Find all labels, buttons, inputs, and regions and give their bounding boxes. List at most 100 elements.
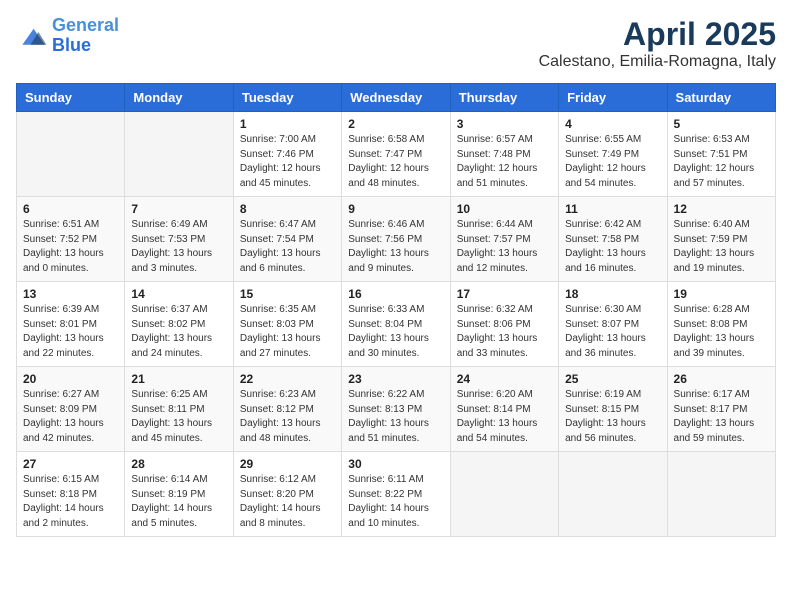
weekday-header: Friday <box>559 84 667 112</box>
calendar-cell: 1 Sunrise: 7:00 AM Sunset: 7:46 PM Daylig… <box>233 112 341 197</box>
day-info: Sunrise: 6:28 AM Sunset: 8:08 PM Dayligh… <box>674 303 769 361</box>
calendar-week-row: 13Sunrise: 6:39 AM Sunset: 8:01 PM Dayli… <box>17 282 776 367</box>
day-info: Sunrise: 6:42 AM Sunset: 7:58 PM Dayligh… <box>565 218 660 276</box>
calendar-cell: 5Sunrise: 6:53 AM Sunset: 7:51 PM Daylig… <box>667 112 775 197</box>
day-number: 22 <box>240 372 335 386</box>
day-number: 28 <box>131 457 226 471</box>
day-number: 20 <box>23 372 118 386</box>
day-number: 12 <box>674 202 769 216</box>
day-number: 15 <box>240 287 335 301</box>
calendar-cell: 25Sunrise: 6:19 AM Sunset: 8:15 PM Dayli… <box>559 367 667 452</box>
day-number: 5 <box>674 117 769 131</box>
calendar-cell <box>125 112 233 197</box>
day-info: Sunrise: 6:37 AM Sunset: 8:02 PM Dayligh… <box>131 303 226 361</box>
day-info: Sunrise: 6:35 AM Sunset: 8:03 PM Dayligh… <box>240 303 335 361</box>
day-number: 1 <box>240 117 335 131</box>
logo: General Blue <box>16 16 119 56</box>
weekday-header: Tuesday <box>233 84 341 112</box>
day-number: 21 <box>131 372 226 386</box>
logo-blue: Blue <box>52 35 91 55</box>
calendar-cell: 12Sunrise: 6:40 AM Sunset: 7:59 PM Dayli… <box>667 197 775 282</box>
day-number: 26 <box>674 372 769 386</box>
calendar-cell <box>667 452 775 537</box>
day-info: Sunrise: 6:55 AM Sunset: 7:49 PM Dayligh… <box>565 133 660 191</box>
day-number: 23 <box>348 372 443 386</box>
day-info: Sunrise: 6:14 AM Sunset: 8:19 PM Dayligh… <box>131 473 226 531</box>
day-info: Sunrise: 6:27 AM Sunset: 8:09 PM Dayligh… <box>23 388 118 446</box>
day-info: Sunrise: 6:44 AM Sunset: 7:57 PM Dayligh… <box>457 218 552 276</box>
calendar-week-row: 20 Sunrise: 6:27 AM Sunset: 8:09 PM Dayli… <box>17 367 776 452</box>
calendar-table: SundayMondayTuesdayWednesdayThursdayFrid… <box>16 83 776 537</box>
logo-general: General <box>52 15 119 35</box>
day-info: Sunrise: 6:23 AM Sunset: 8:12 PM Dayligh… <box>240 388 335 446</box>
day-number: 3 <box>457 117 552 131</box>
day-info: Sunrise: 6:11 AM Sunset: 8:22 PM Dayligh… <box>348 473 443 531</box>
weekday-header: Wednesday <box>342 84 450 112</box>
calendar-cell: 17 Sunrise: 6:32 AM Sunset: 8:06 PM Dayli… <box>450 282 558 367</box>
logo-text: General Blue <box>52 16 119 56</box>
calendar-cell: 8 Sunrise: 6:47 AM Sunset: 7:54 PM Daylig… <box>233 197 341 282</box>
calendar-cell: 24 Sunrise: 6:20 AM Sunset: 8:14 PM Dayli… <box>450 367 558 452</box>
weekday-header: Saturday <box>667 84 775 112</box>
day-info: Sunrise: 6:46 AM Sunset: 7:56 PM Dayligh… <box>348 218 443 276</box>
day-number: 10 <box>457 202 552 216</box>
day-info: Sunrise: 7:00 AM Sunset: 7:46 PM Dayligh… <box>240 133 335 191</box>
calendar-cell: 6 Sunrise: 6:51 AM Sunset: 7:52 PM Daylig… <box>17 197 125 282</box>
day-number: 4 <box>565 117 660 131</box>
calendar-cell: 26 Sunrise: 6:17 AM Sunset: 8:17 PM Dayli… <box>667 367 775 452</box>
day-info: Sunrise: 6:17 AM Sunset: 8:17 PM Dayligh… <box>674 388 769 446</box>
day-info: Sunrise: 6:49 AM Sunset: 7:53 PM Dayligh… <box>131 218 226 276</box>
day-info: Sunrise: 6:33 AM Sunset: 8:04 PM Dayligh… <box>348 303 443 361</box>
day-number: 27 <box>23 457 118 471</box>
day-number: 18 <box>565 287 660 301</box>
day-info: Sunrise: 6:19 AM Sunset: 8:15 PM Dayligh… <box>565 388 660 446</box>
calendar-cell: 4 Sunrise: 6:55 AM Sunset: 7:49 PM Daylig… <box>559 112 667 197</box>
calendar-cell: 29 Sunrise: 6:12 AM Sunset: 8:20 PM Dayli… <box>233 452 341 537</box>
day-info: Sunrise: 6:58 AM Sunset: 7:47 PM Dayligh… <box>348 133 443 191</box>
weekday-header: Sunday <box>17 84 125 112</box>
calendar-cell <box>450 452 558 537</box>
calendar-week-row: 6 Sunrise: 6:51 AM Sunset: 7:52 PM Daylig… <box>17 197 776 282</box>
day-info: Sunrise: 6:30 AM Sunset: 8:07 PM Dayligh… <box>565 303 660 361</box>
calendar-cell: 14 Sunrise: 6:37 AM Sunset: 8:02 PM Dayli… <box>125 282 233 367</box>
day-number: 30 <box>348 457 443 471</box>
calendar-cell <box>17 112 125 197</box>
calendar-cell: 28 Sunrise: 6:14 AM Sunset: 8:19 PM Dayli… <box>125 452 233 537</box>
day-info: Sunrise: 6:25 AM Sunset: 8:11 PM Dayligh… <box>131 388 226 446</box>
calendar-cell: 19Sunrise: 6:28 AM Sunset: 8:08 PM Dayli… <box>667 282 775 367</box>
logo-icon <box>16 22 48 50</box>
day-number: 6 <box>23 202 118 216</box>
calendar-cell: 27 Sunrise: 6:15 AM Sunset: 8:18 PM Dayli… <box>17 452 125 537</box>
day-info: Sunrise: 6:51 AM Sunset: 7:52 PM Dayligh… <box>23 218 118 276</box>
day-info: Sunrise: 6:39 AM Sunset: 8:01 PM Dayligh… <box>23 303 118 361</box>
calendar-cell <box>559 452 667 537</box>
calendar-week-row: 27 Sunrise: 6:15 AM Sunset: 8:18 PM Dayli… <box>17 452 776 537</box>
page-header: General Blue April 2025 Calestano, Emili… <box>16 16 776 71</box>
day-info: Sunrise: 6:57 AM Sunset: 7:48 PM Dayligh… <box>457 133 552 191</box>
calendar-cell: 3 Sunrise: 6:57 AM Sunset: 7:48 PM Daylig… <box>450 112 558 197</box>
day-info: Sunrise: 6:22 AM Sunset: 8:13 PM Dayligh… <box>348 388 443 446</box>
calendar-cell: 20 Sunrise: 6:27 AM Sunset: 8:09 PM Dayli… <box>17 367 125 452</box>
day-number: 7 <box>131 202 226 216</box>
day-info: Sunrise: 6:47 AM Sunset: 7:54 PM Dayligh… <box>240 218 335 276</box>
calendar-header-row: SundayMondayTuesdayWednesdayThursdayFrid… <box>17 84 776 112</box>
day-info: Sunrise: 6:15 AM Sunset: 8:18 PM Dayligh… <box>23 473 118 531</box>
day-number: 29 <box>240 457 335 471</box>
weekday-header: Thursday <box>450 84 558 112</box>
calendar-cell: 9Sunrise: 6:46 AM Sunset: 7:56 PM Daylig… <box>342 197 450 282</box>
day-number: 16 <box>348 287 443 301</box>
day-number: 8 <box>240 202 335 216</box>
calendar-cell: 16 Sunrise: 6:33 AM Sunset: 8:04 PM Dayli… <box>342 282 450 367</box>
day-number: 17 <box>457 287 552 301</box>
day-number: 14 <box>131 287 226 301</box>
month-title: April 2025 <box>539 16 776 53</box>
calendar-cell: 11Sunrise: 6:42 AM Sunset: 7:58 PM Dayli… <box>559 197 667 282</box>
day-number: 24 <box>457 372 552 386</box>
day-info: Sunrise: 6:20 AM Sunset: 8:14 PM Dayligh… <box>457 388 552 446</box>
calendar-cell: 22 Sunrise: 6:23 AM Sunset: 8:12 PM Dayli… <box>233 367 341 452</box>
day-info: Sunrise: 6:32 AM Sunset: 8:06 PM Dayligh… <box>457 303 552 361</box>
calendar-cell: 15 Sunrise: 6:35 AM Sunset: 8:03 PM Dayli… <box>233 282 341 367</box>
day-info: Sunrise: 6:12 AM Sunset: 8:20 PM Dayligh… <box>240 473 335 531</box>
calendar-cell: 10 Sunrise: 6:44 AM Sunset: 7:57 PM Dayli… <box>450 197 558 282</box>
calendar-cell: 23 Sunrise: 6:22 AM Sunset: 8:13 PM Dayli… <box>342 367 450 452</box>
